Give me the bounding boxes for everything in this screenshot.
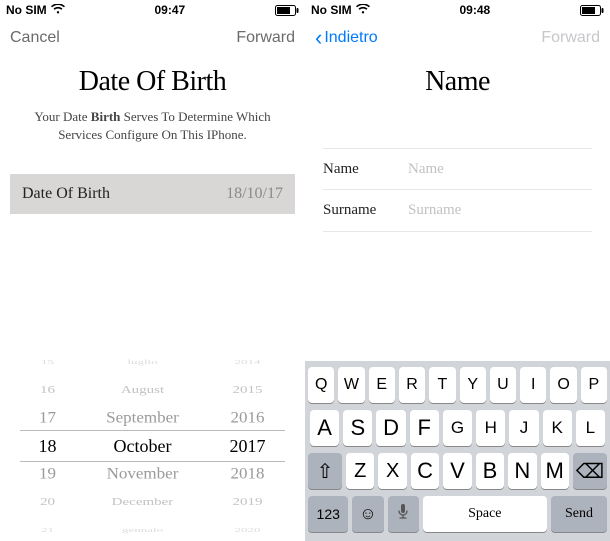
forward-button-disabled: Forward <box>541 29 600 47</box>
picker-col-year[interactable]: 2014 2015 2016 2017 2018 2019 2020 <box>213 351 283 541</box>
key-z[interactable]: Z <box>346 453 374 489</box>
key-f[interactable]: F <box>410 410 439 446</box>
mic-icon <box>397 503 409 526</box>
clock-label: 09:48 <box>459 3 490 17</box>
key-v[interactable]: V <box>443 453 471 489</box>
screen-name: No SIM 09:48 ‹ Indietro Forward Name Nam… <box>305 0 610 541</box>
wifi-icon <box>356 3 370 17</box>
name-label: Name <box>323 161 408 178</box>
status-bar: No SIM 09:47 <box>0 0 305 20</box>
nav-bar: ‹ Indietro Forward <box>305 20 610 56</box>
key-numbers[interactable]: 123 <box>308 496 348 532</box>
key-w[interactable]: W <box>338 367 364 403</box>
key-q[interactable]: Q <box>308 367 334 403</box>
key-s[interactable]: S <box>343 410 372 446</box>
key-emoji[interactable]: ☺ <box>352 496 383 532</box>
key-d[interactable]: D <box>376 410 405 446</box>
dob-field[interactable]: Date Of Birth 18/10/17 <box>10 174 295 214</box>
key-p[interactable]: P <box>581 367 607 403</box>
name-form: Name Surname <box>305 148 610 232</box>
key-o[interactable]: O <box>550 367 576 403</box>
carrier-label: No SIM <box>6 3 47 17</box>
key-backspace[interactable]: ⌫ <box>573 453 607 489</box>
key-i[interactable]: I <box>520 367 546 403</box>
keyboard: Q W E R T Y U I O P A S D F G H J K L ⇧ … <box>305 361 610 541</box>
key-x[interactable]: X <box>378 453 406 489</box>
screen-date-of-birth: No SIM 09:47 Cancel Forward Date Of Birt… <box>0 0 305 541</box>
key-mic[interactable] <box>388 496 419 532</box>
key-send[interactable]: Send <box>551 496 607 532</box>
name-input[interactable] <box>408 161 592 178</box>
key-k[interactable]: K <box>543 410 572 446</box>
back-button[interactable]: ‹ Indietro <box>315 25 395 51</box>
date-picker[interactable]: 15 16 17 18 19 20 21 luglio August Septe… <box>0 351 305 541</box>
surname-input[interactable] <box>408 202 592 219</box>
key-r[interactable]: R <box>399 367 425 403</box>
nav-bar: Cancel Forward <box>0 20 305 56</box>
status-bar: No SIM 09:48 <box>305 0 610 20</box>
carrier-label: No SIM <box>311 3 352 17</box>
page-title: Date Of Birth <box>0 66 305 98</box>
clock-label: 09:47 <box>154 3 185 17</box>
key-shift[interactable]: ⇧ <box>308 453 342 489</box>
dob-value: 18/10/17 <box>226 185 283 203</box>
picker-col-month[interactable]: luglio August September October November… <box>73 351 213 541</box>
key-a[interactable]: A <box>310 410 339 446</box>
key-c[interactable]: C <box>411 453 439 489</box>
dob-label: Date Of Birth <box>22 185 110 203</box>
key-e[interactable]: E <box>369 367 395 403</box>
key-h[interactable]: H <box>476 410 505 446</box>
forward-button[interactable]: Forward <box>236 29 295 47</box>
battery-icon <box>580 5 604 16</box>
picker-col-day[interactable]: 15 16 17 18 19 20 21 <box>23 351 73 541</box>
chevron-left-icon: ‹ <box>315 25 322 51</box>
page-subtitle: Your Date Birth Serves To Determine Whic… <box>20 108 285 144</box>
key-y[interactable]: Y <box>460 367 486 403</box>
key-space[interactable]: Space <box>423 496 547 532</box>
battery-icon <box>275 5 299 16</box>
key-g[interactable]: G <box>443 410 472 446</box>
key-b[interactable]: B <box>476 453 504 489</box>
surname-label: Surname <box>323 202 408 219</box>
wifi-icon <box>51 3 65 17</box>
key-u[interactable]: U <box>490 367 516 403</box>
key-j[interactable]: J <box>509 410 538 446</box>
key-l[interactable]: L <box>576 410 605 446</box>
page-title: Name <box>305 66 610 98</box>
key-t[interactable]: T <box>429 367 455 403</box>
cancel-button[interactable]: Cancel <box>10 29 60 47</box>
key-m[interactable]: M <box>541 453 569 489</box>
key-n[interactable]: N <box>508 453 536 489</box>
